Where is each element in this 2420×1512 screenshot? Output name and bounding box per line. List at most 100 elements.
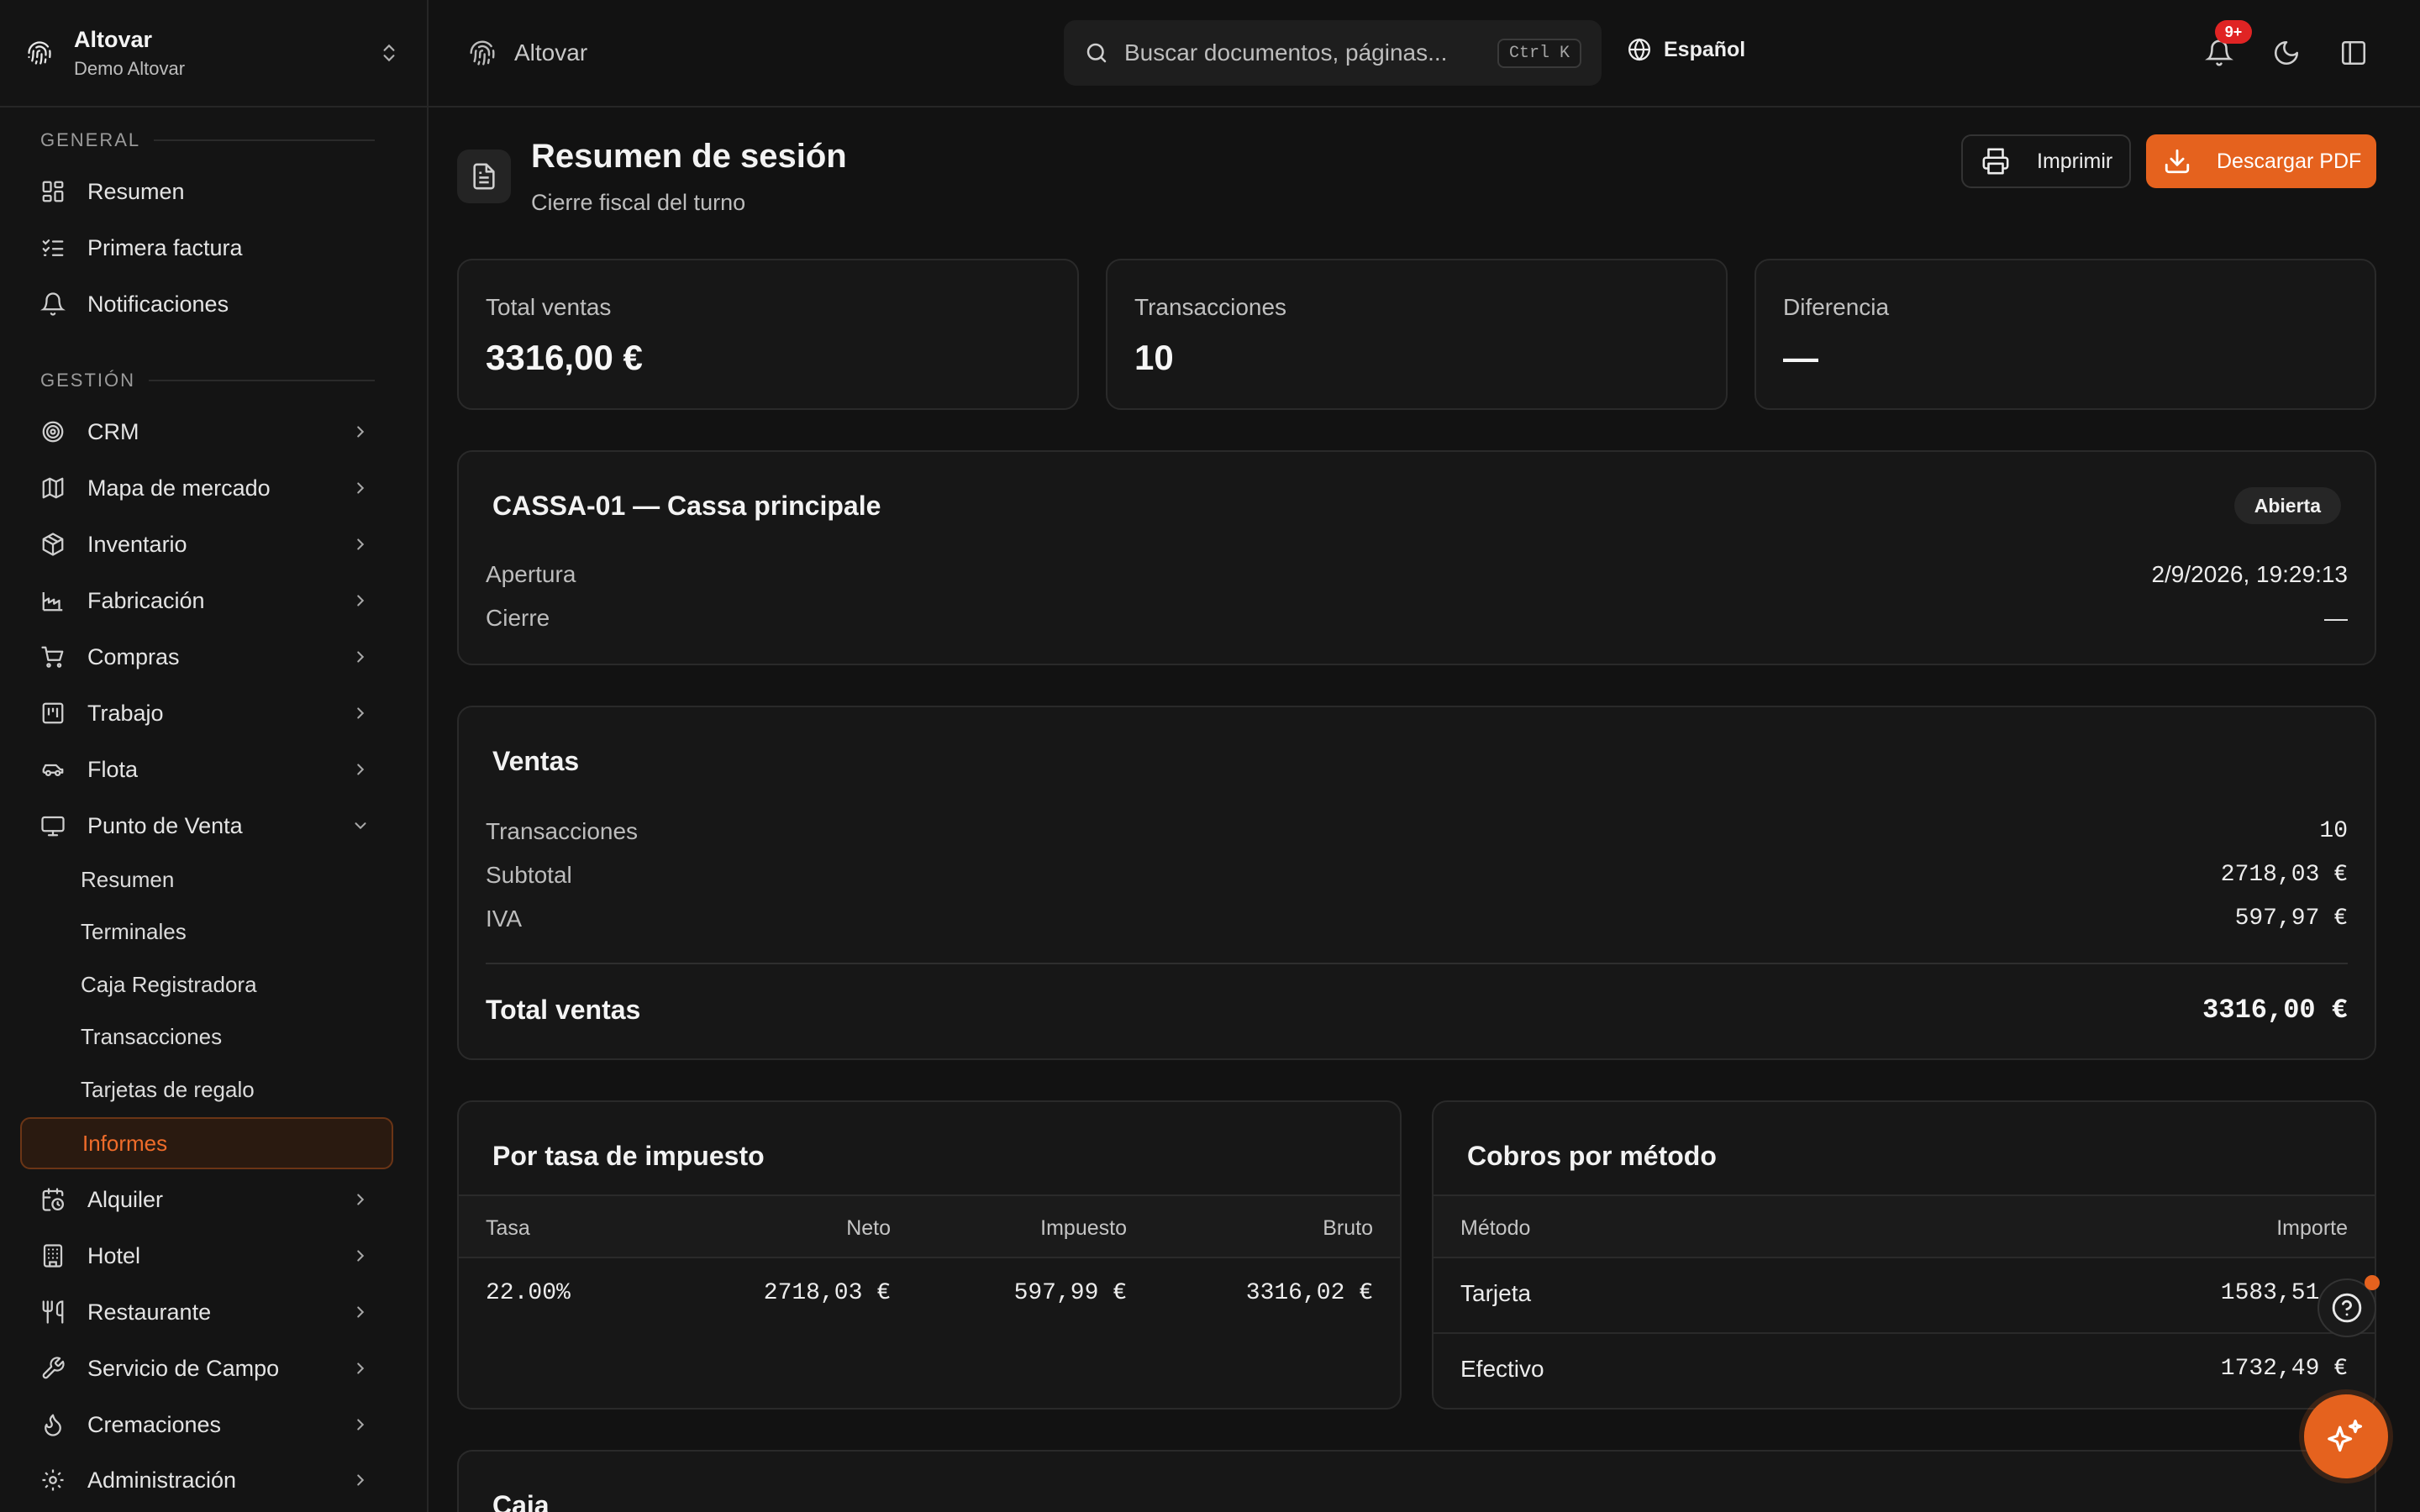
- sidebar-item-label: Inventario: [87, 531, 187, 557]
- sales-row-label: Transacciones: [486, 818, 639, 844]
- sidebar-subitem-terminales[interactable]: Terminales: [20, 907, 393, 956]
- search-icon: [1084, 40, 1109, 66]
- stat-value: 10: [1134, 338, 1174, 377]
- print-label: Imprimir: [2037, 149, 2113, 173]
- target-icon: [40, 419, 66, 444]
- sidebar-item-label: Fabricación: [87, 587, 205, 613]
- calendar-clock-icon: [40, 1187, 66, 1212]
- chevron-right-icon: [351, 760, 370, 779]
- sales-row-value: 10: [2319, 818, 2348, 844]
- cash-card: Caja: [457, 1450, 2376, 1512]
- column-header: Importe: [2276, 1216, 2348, 1240]
- chevron-right-icon: [351, 1247, 370, 1265]
- sidebar-item-restaurante[interactable]: Restaurante: [20, 1289, 393, 1336]
- sidebar-item-inventario[interactable]: Inventario: [20, 521, 393, 568]
- checklist-icon: [40, 235, 66, 260]
- sidebar-item-label: Cremaciones: [87, 1411, 222, 1437]
- printer-icon: [1981, 147, 2010, 176]
- page-title: Resumen de sesión: [531, 138, 847, 175]
- sidebar-item-servicio-de-campo[interactable]: Servicio de Campo: [20, 1345, 393, 1392]
- chevron-right-icon: [351, 1190, 370, 1209]
- sidebar-item-label: Primera factura: [87, 234, 243, 260]
- kanban-icon: [40, 701, 66, 726]
- help-circle-icon: [2331, 1292, 2363, 1324]
- sidebar-subitem-resumen[interactable]: Resumen: [20, 855, 393, 904]
- sidebar-item-crm[interactable]: CRM: [20, 408, 393, 455]
- sidebar-item-resumen[interactable]: Resumen: [20, 168, 393, 215]
- sidebar-item-fabricacion[interactable]: Fabricación: [20, 577, 393, 624]
- print-button[interactable]: Imprimir: [1961, 134, 2131, 188]
- opening-label: Apertura: [486, 561, 576, 587]
- language-label: Español: [1664, 37, 1746, 61]
- sidebar-item-label: Restaurante: [87, 1299, 212, 1325]
- row-divider: [1434, 1332, 2375, 1334]
- sidebar-item-administracion[interactable]: Administración: [20, 1457, 393, 1504]
- sidebar-item-notificaciones[interactable]: Notificaciones: [20, 281, 393, 328]
- panel-toggle-icon[interactable]: [2339, 39, 2368, 67]
- sales-total-label: Total ventas: [486, 995, 641, 1025]
- gear-icon: [40, 1467, 66, 1493]
- sidebar-item-primera-factura[interactable]: Primera factura: [20, 224, 393, 271]
- document-icon: [457, 150, 511, 203]
- sales-card: Ventas Transacciones 10 Subtotal 2718,03…: [457, 706, 2376, 1060]
- moon-icon[interactable]: [2272, 39, 2301, 67]
- closing-value: —: [2324, 605, 2348, 631]
- fingerprint-icon: [469, 39, 496, 66]
- sales-total-value: 3316,00 €: [2202, 995, 2348, 1026]
- column-header: Tasa: [486, 1216, 530, 1240]
- org-switcher[interactable]: Altovar Demo Altovar: [0, 0, 427, 108]
- chevron-right-icon: [351, 1359, 370, 1378]
- sidebar-item-label: Compras: [87, 643, 180, 669]
- sidebar-item-label: Alquiler: [87, 1186, 164, 1212]
- divider: [486, 963, 2348, 964]
- sparkles-icon: [2328, 1418, 2365, 1455]
- download-pdf-label: Descargar PDF: [2217, 149, 2362, 173]
- sidebar-item-compras[interactable]: Compras: [20, 633, 393, 680]
- chevrons-up-down-icon: [378, 42, 400, 64]
- sidebar-item-label: Hotel: [87, 1242, 141, 1268]
- stat-label: Total ventas: [486, 294, 612, 320]
- car-icon: [40, 757, 66, 782]
- sidebar-subitem-informes[interactable]: Informes: [20, 1117, 393, 1169]
- chevron-right-icon: [351, 479, 370, 497]
- sidebar-item-label: CRM: [87, 418, 139, 444]
- register-card: CASSA-01 — Cassa principale Abierta Aper…: [457, 450, 2376, 665]
- sidebar-item-label: Servicio de Campo: [87, 1355, 280, 1381]
- sidebar-item-label: Resumen: [87, 178, 185, 204]
- sidebar-subitem-tarjetas-de-regalo[interactable]: Tarjetas de regalo: [20, 1065, 393, 1114]
- map-icon: [40, 475, 66, 501]
- ai-assistant-button[interactable]: [2304, 1394, 2388, 1478]
- table-cell: 2718,03 €: [763, 1280, 891, 1306]
- search-input[interactable]: Buscar documentos, páginas... Ctrl K: [1064, 20, 1602, 86]
- factory-icon: [40, 588, 66, 613]
- chevron-right-icon: [351, 704, 370, 722]
- table-cell: 597,99 €: [1013, 1280, 1127, 1306]
- chevron-right-icon: [351, 423, 370, 441]
- wrench-icon: [40, 1356, 66, 1381]
- chevron-right-icon: [351, 648, 370, 666]
- monitor-icon: [40, 813, 66, 838]
- sidebar-item-hotel[interactable]: Hotel: [20, 1232, 393, 1279]
- chevron-right-icon: [351, 591, 370, 610]
- sales-row-label: Subtotal: [486, 862, 572, 888]
- download-pdf-button[interactable]: Descargar PDF: [2146, 134, 2376, 188]
- sidebar-item-mapa-de-mercado[interactable]: Mapa de mercado: [20, 465, 393, 512]
- workspace-name: Demo Altovar: [74, 57, 186, 79]
- stat-value: 3316,00 €: [486, 338, 643, 377]
- box-icon: [40, 532, 66, 557]
- sidebar-item-cremaciones[interactable]: Cremaciones: [20, 1401, 393, 1448]
- sidebar: Altovar Demo Altovar GENERAL Resumen Pri…: [0, 0, 429, 1512]
- sidebar-item-flota[interactable]: Flota: [20, 746, 393, 793]
- stat-card-total-ventas: Total ventas 3316,00 €: [457, 259, 1079, 410]
- sidebar-subitem-transacciones[interactable]: Transacciones: [20, 1012, 393, 1061]
- sidebar-item-alquiler[interactable]: Alquiler: [20, 1176, 393, 1223]
- column-header: Impuesto: [1040, 1216, 1127, 1240]
- sidebar-item-label: Trabajo: [87, 700, 164, 726]
- globe-icon: [1627, 37, 1652, 62]
- language-selector[interactable]: Español: [1627, 37, 1745, 62]
- sidebar-item-punto-de-venta[interactable]: Punto de Venta: [20, 802, 393, 849]
- breadcrumb[interactable]: Altovar: [469, 39, 587, 66]
- sales-row-label: IVA: [486, 906, 523, 932]
- sidebar-subitem-caja-registradora[interactable]: Caja Registradora: [20, 960, 393, 1009]
- sidebar-item-trabajo[interactable]: Trabajo: [20, 690, 393, 737]
